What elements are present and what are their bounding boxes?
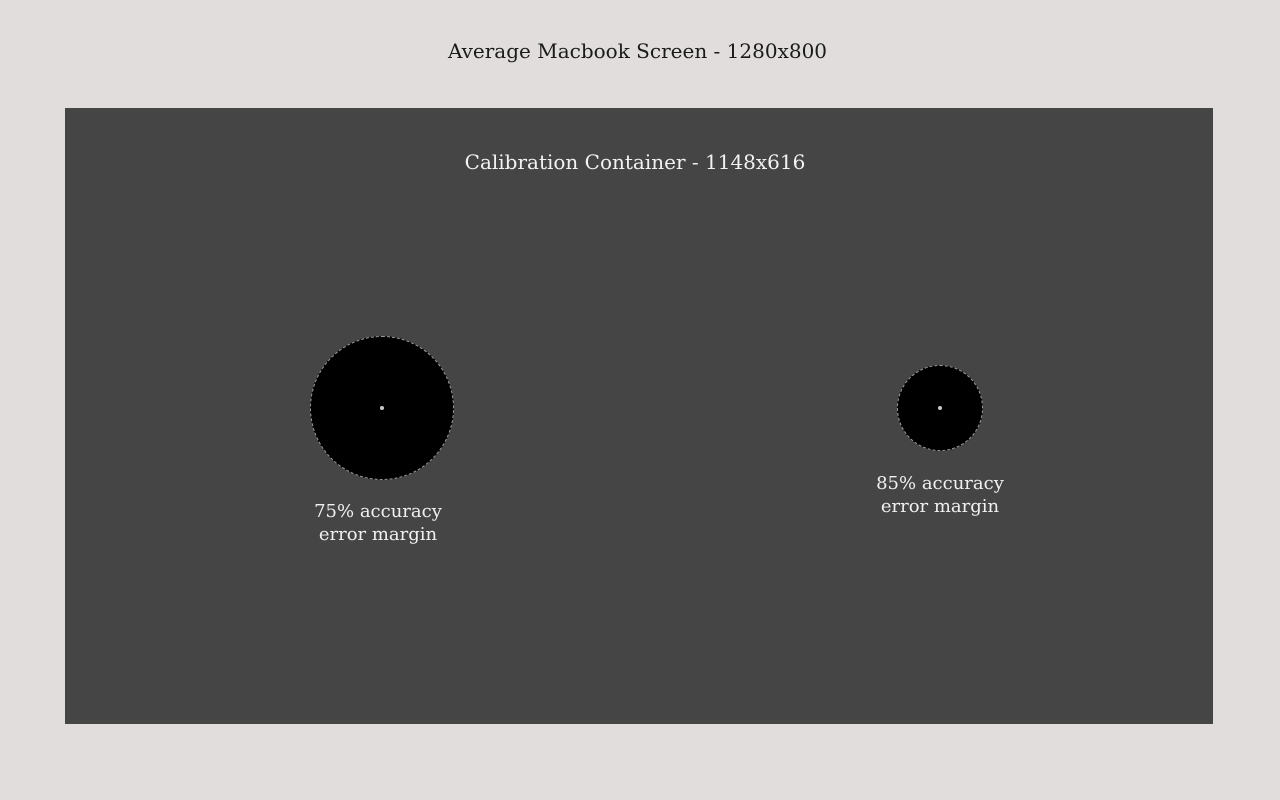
calibration-target-75[interactable] xyxy=(310,336,454,480)
calibration-target-85[interactable] xyxy=(897,365,983,451)
target-75-margin-label: error margin xyxy=(318,524,438,545)
target-center-dot-icon xyxy=(938,406,942,410)
target-85-accuracy-label: 85% accuracy xyxy=(876,473,1004,494)
screen-title: Average Macbook Screen - 1280x800 xyxy=(447,39,828,63)
target-85-margin-label: error margin xyxy=(880,496,1000,517)
calibration-container-title: Calibration Container - 1148x616 xyxy=(464,150,806,174)
target-center-dot-icon xyxy=(380,406,384,410)
target-75-accuracy-label: 75% accuracy xyxy=(314,501,442,522)
target-75-caption: 75% accuracy error margin xyxy=(278,500,478,546)
calibration-container: Calibration Container - 1148x616 75% acc… xyxy=(65,108,1213,724)
target-85-caption: 85% accuracy error margin xyxy=(840,472,1040,518)
